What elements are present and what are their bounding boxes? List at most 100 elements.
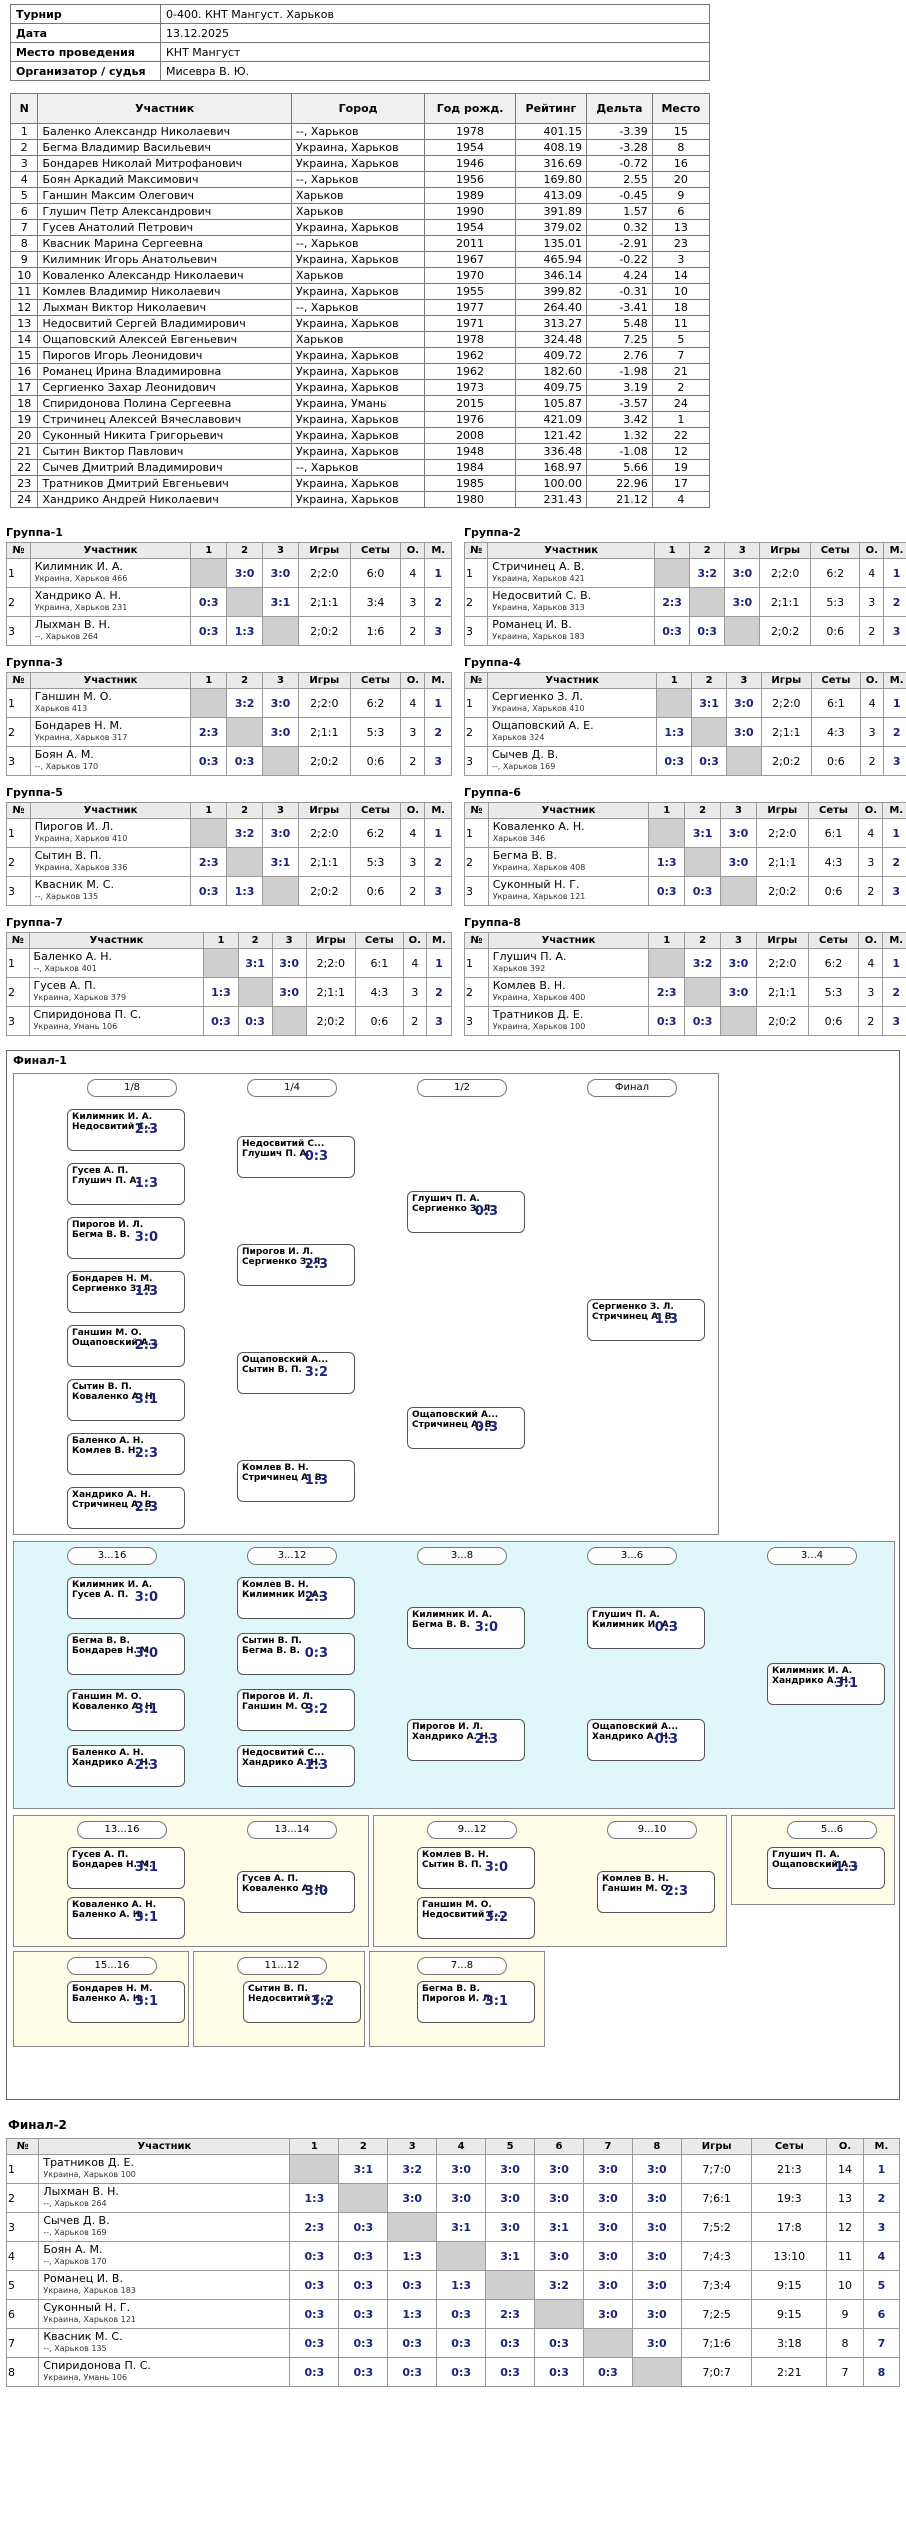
group-row-num: 2 [463, 587, 489, 617]
match-score-cell: 3:2 [226, 818, 264, 848]
group-header-cell: 3 [725, 672, 762, 689]
match-player-b: Глушич П. А. [242, 1149, 310, 1159]
match-score-cell: 0:3 [582, 2357, 633, 2387]
stat-cell: 6:1 [807, 818, 860, 848]
table-cell: 465.94 [514, 251, 588, 268]
stat-cell: 2;0:2 [755, 1006, 809, 1036]
bracket-match: Килимник И. А. 2:3 Недосвитий С... [67, 1109, 185, 1151]
stage-label: 7...8 [417, 1957, 507, 1975]
match-score-cell [226, 717, 264, 747]
participant-cell: Глушич П. А. Харьков 392 [487, 948, 650, 978]
info-key: Организатор / судья [10, 61, 161, 81]
match-score-cell: 1:3 [289, 2183, 340, 2213]
participant-name: Баленко А. Н. [33, 950, 112, 963]
match-player-a: Хандрико А. Н. [72, 1490, 152, 1500]
participant-name: Тратников Д. Е. [43, 2156, 134, 2169]
group-header-cell: О. [400, 542, 426, 559]
group-header-cell: М. [882, 802, 906, 819]
table-row: 7 Гусев Анатолий Петрович Украина, Харьков… [9, 219, 711, 236]
match-player-b: Стричинец А. В. [242, 1473, 325, 1483]
final2-header-cell: Игры [680, 2138, 753, 2155]
stat-cell: 7;3:4 [680, 2270, 753, 2300]
stat-cell: 3 [858, 977, 884, 1007]
participant-name: Сычев Д. В. [492, 748, 559, 761]
stat-cell: 17:8 [751, 2212, 828, 2242]
stage-label: 3...12 [247, 1547, 337, 1565]
info-row: Турнир 0-400. КНТ Мангуст. Харьков [10, 4, 710, 24]
match-score-cell: 0:3 [436, 2299, 487, 2329]
match-score-cell: 2:3 [190, 717, 228, 747]
match-player-a: Килимник И. А. [412, 1610, 493, 1620]
participant-cell: Недосвитий С. В. Украина, Харьков 313 [487, 587, 656, 617]
table-row: 12 Лыхман Виктор Николаевич --, Харьков 197… [9, 299, 711, 316]
group-header-cell: Сеты [349, 802, 402, 819]
table-cell: -0.31 [586, 283, 653, 300]
group-header-cell: Сеты [810, 672, 861, 689]
place-cell: 1 [424, 558, 452, 588]
stat-cell: 3:18 [751, 2328, 828, 2358]
table-cell: 24 [9, 491, 39, 508]
participant-name: Боян А. М. [34, 748, 94, 761]
group-box: Группа-1 № Участник 1 2 3 Игры Сеты О. М. 1 Килимни… [6, 526, 452, 646]
match-score-cell: 3:0 [262, 818, 299, 848]
stat-cell: 7;7:0 [680, 2154, 753, 2184]
stat-cell: 9:15 [751, 2270, 828, 2300]
table-cell: 1976 [424, 411, 516, 428]
group-header-cell: Участник [487, 542, 656, 559]
group-table: № Участник 1 2 3 Игры Сеты О. М. 1 Пирогов И. Л. Ук… [6, 802, 452, 906]
table-cell: 18 [651, 299, 711, 316]
match-score-cell: 3:2 [534, 2270, 584, 2300]
match-score: 2:3 [134, 1446, 158, 1461]
group-header-cell: О. [400, 672, 426, 689]
table-cell: 1962 [424, 363, 516, 380]
group-header-row: № Участник 1 2 3 Игры Сеты О. М. [464, 802, 906, 819]
final2-num: 7 [5, 2328, 40, 2358]
participant-cell: Тратников Д. Е. Украина, Харьков 100 [38, 2154, 291, 2184]
bracket-match: Сытин В. П. 3:1 Коваленко А. Н. [67, 1379, 185, 1421]
participant-city: Украина, Харьков 313 [492, 603, 585, 612]
match-score-cell: 3:0 [582, 2212, 633, 2242]
match-player-b: Хандрико А. Н. [592, 1732, 672, 1742]
match-score: 3:0 [134, 1646, 158, 1661]
table-cell: 0.32 [586, 219, 653, 236]
final2-header-cell: Сеты [751, 2138, 828, 2155]
table-row: 24 Хандрико Андрей Николаевич Украина, Хар… [9, 491, 711, 508]
match-score-cell: 3:0 [262, 717, 299, 747]
participant-cell: Боян А. М. --, Харьков 170 [29, 746, 192, 776]
match-player-b: Бондарев Н. М. [72, 1646, 153, 1656]
group-title: Группа-2 [464, 526, 521, 539]
match-score-cell [387, 2212, 438, 2242]
match-score-cell: 0:3 [387, 2357, 438, 2387]
match-score-cell: 1:3 [387, 2299, 438, 2329]
participant-name: Бегма В. В. [492, 849, 557, 862]
match-score: 3:0 [484, 1860, 508, 1875]
table-cell: Украина, Харьков [290, 379, 426, 396]
participant-cell: Романец И. В. Украина, Харьков 183 [487, 616, 656, 646]
stat-cell: 2;1:1 [760, 717, 812, 747]
participant-city: --, Харьков 170 [34, 762, 99, 771]
match-score: 1:3 [654, 1312, 678, 1327]
match-player-b: Недосвитий С... [248, 1994, 331, 2004]
table-cell: 6 [9, 203, 39, 220]
match-score-cell: 3:0 [436, 2183, 487, 2213]
table-cell: 409.72 [514, 347, 588, 364]
match-player-b: Пирогов И. Л. [422, 1994, 494, 2004]
table-cell: Украина, Харьков [290, 139, 426, 156]
place-cell: 1 [862, 2154, 901, 2184]
place-cell: 2 [424, 717, 452, 747]
participant-city: Украина, Харьков 466 [34, 574, 128, 583]
match-player-a: Сергиенко З. Л. [592, 1302, 674, 1312]
table-cell: -0.22 [586, 251, 653, 268]
group-header-cell: № [6, 802, 31, 819]
table-cell: 5.66 [586, 459, 653, 476]
table-cell: Спиридонова Полина Сергеевна [37, 395, 292, 412]
final2-header-cell: 1 [289, 2138, 340, 2155]
table-row: 3 Бондарев Николай Митрофанович Украина, Х… [9, 155, 711, 172]
stat-cell: 4 [400, 688, 426, 718]
stat-cell: 2;0:2 [755, 876, 809, 906]
match-score: 0:3 [474, 1204, 498, 1219]
table-cell: Украина, Харьков [290, 411, 426, 428]
table-cell: 8 [9, 235, 39, 252]
stat-cell: 2 [400, 746, 426, 776]
participant-cell: Лыхман В. Н. --, Харьков 264 [38, 2183, 291, 2213]
